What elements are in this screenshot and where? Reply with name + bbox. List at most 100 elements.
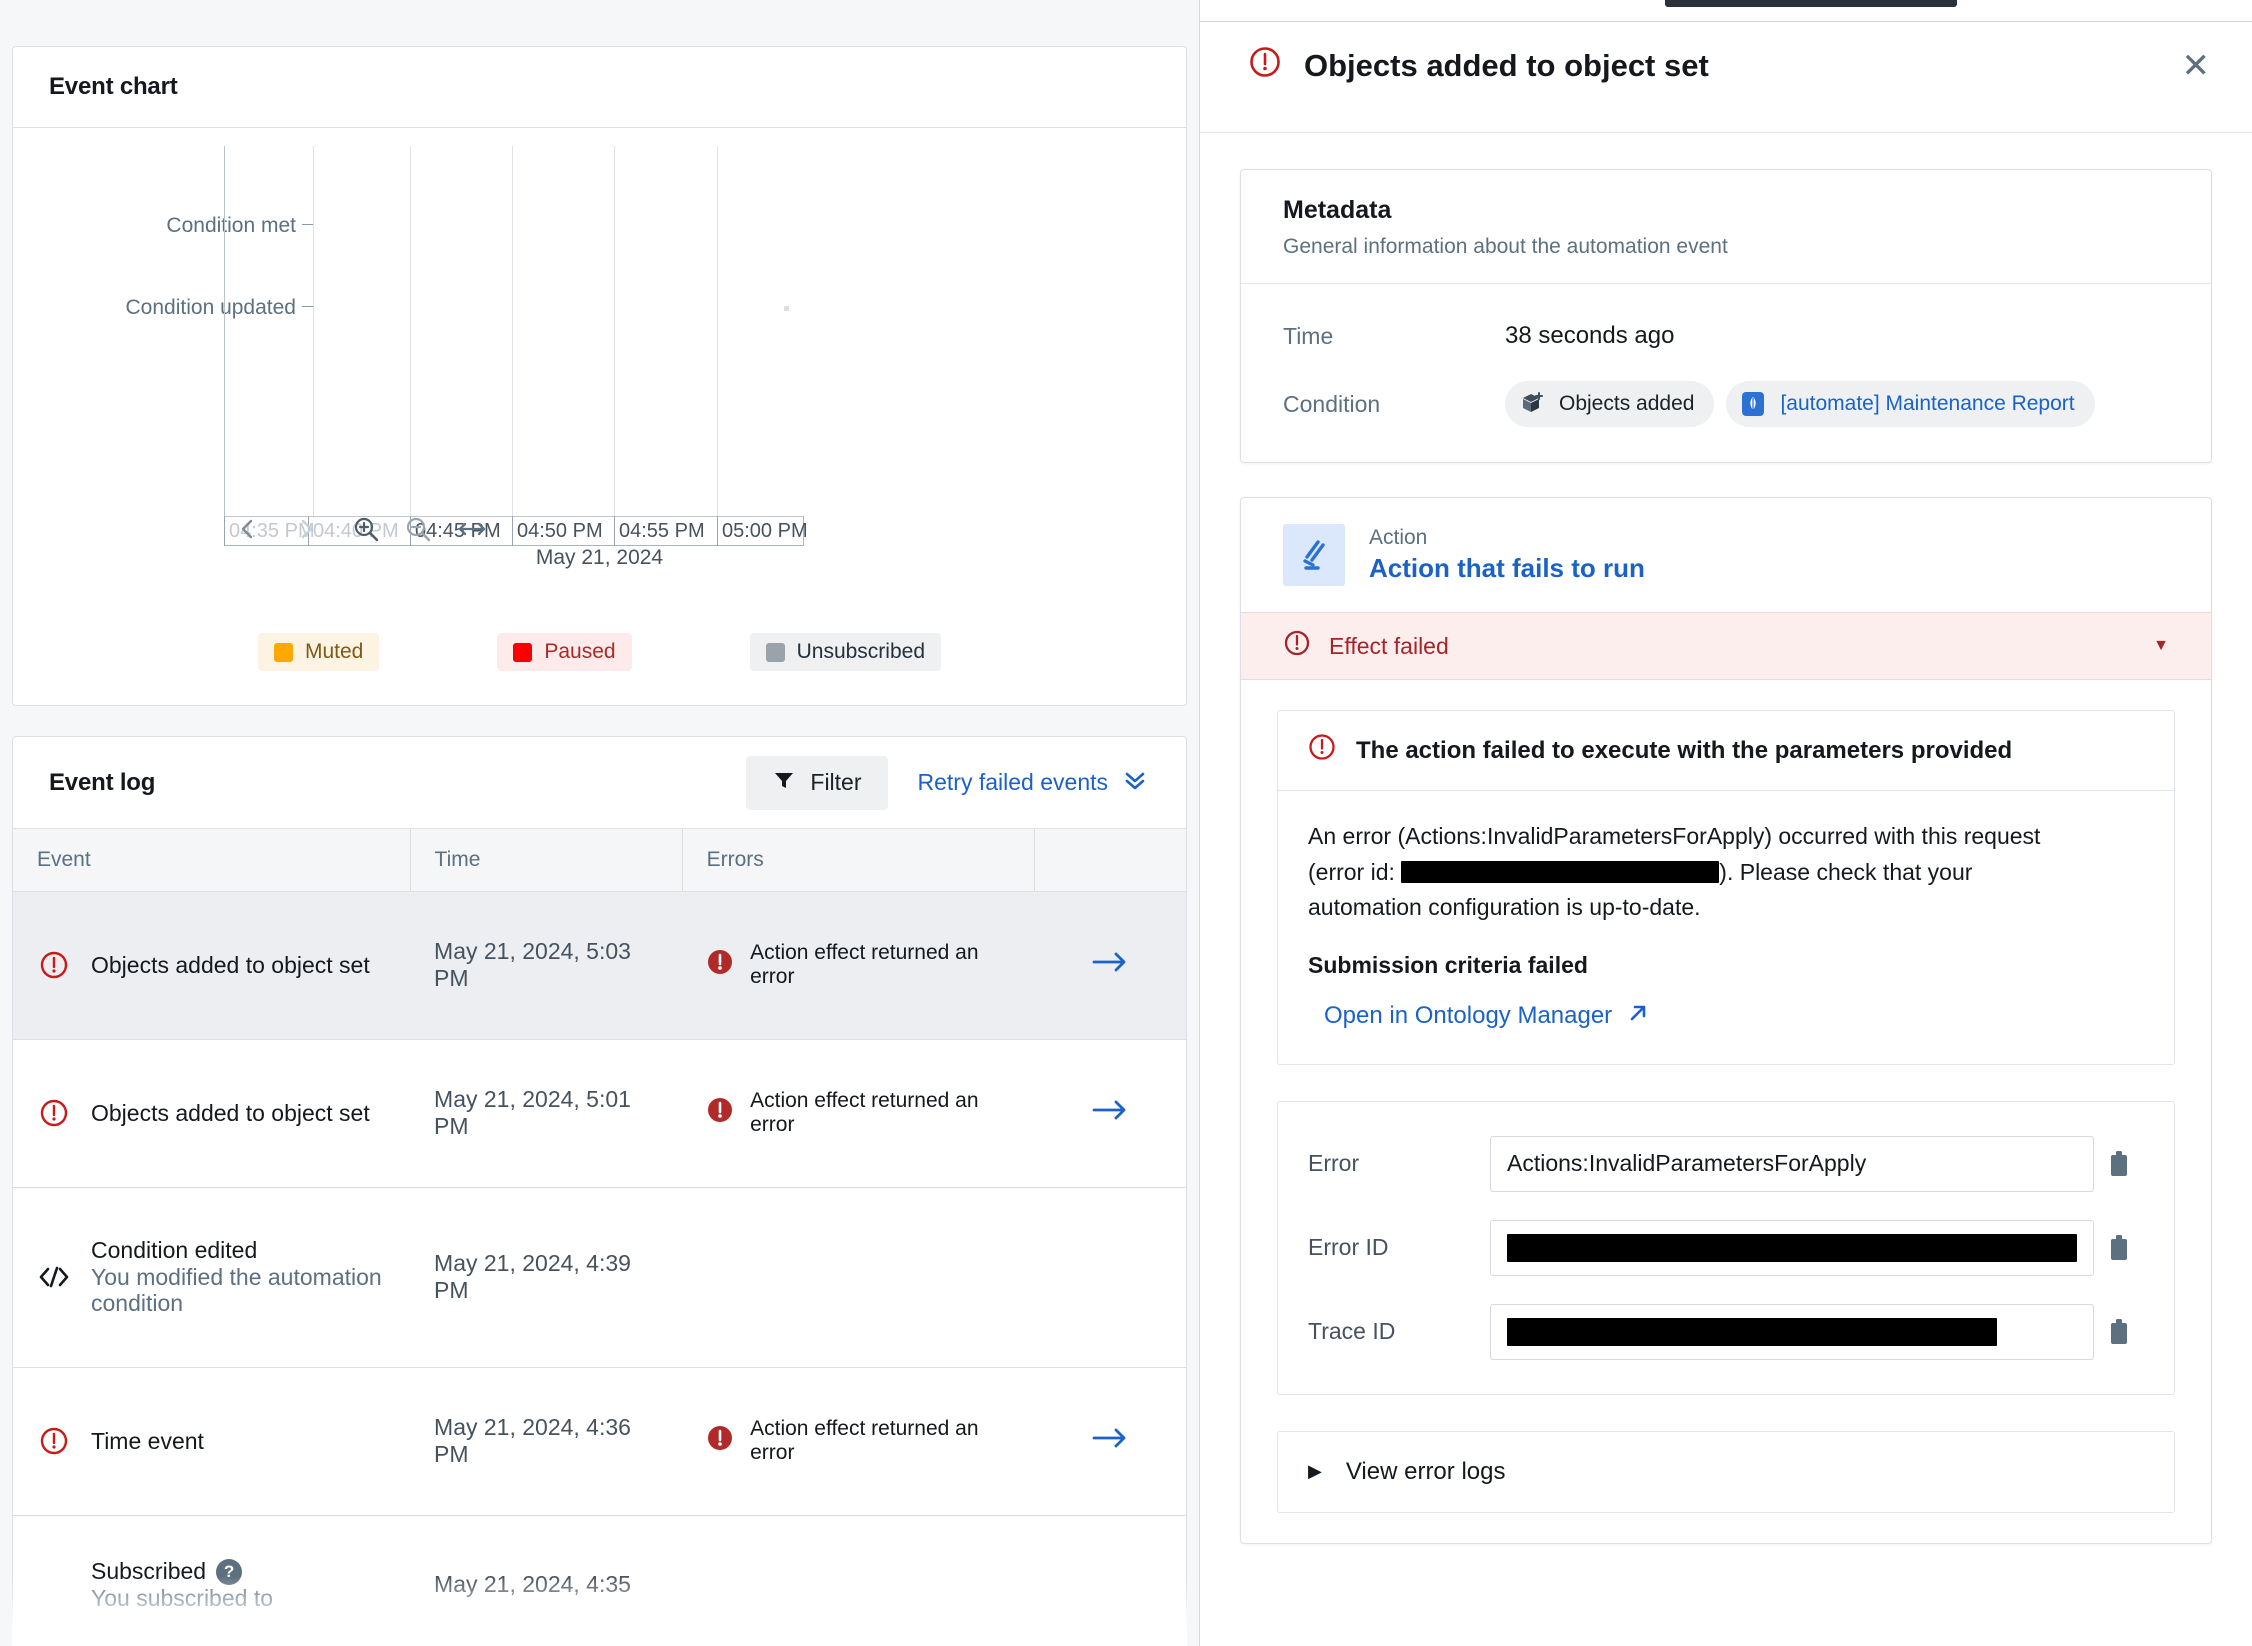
legend-swatch-unsubscribed [765, 642, 785, 662]
event-subtitle: You subscribed to [91, 1585, 274, 1612]
error-badge-icon [706, 948, 734, 982]
action-text-group: Action Action that fails to run [1369, 526, 1645, 584]
chip-maintenance-report[interactable]: [automate] Maintenance Report [1726, 381, 2095, 427]
filter-icon [772, 768, 796, 798]
cube-plus-icon [1517, 389, 1547, 419]
legend-label-paused: Paused [544, 640, 616, 663]
legend-swatch-paused [513, 642, 533, 662]
table-header-row: Event Time Errors [13, 829, 1186, 892]
fit-width-icon[interactable] [457, 514, 487, 544]
legend-label-unsubscribed: Unsubscribed [796, 640, 925, 663]
error-id-prefix: (error id: [1308, 858, 1395, 885]
metadata-key-condition: Condition [1283, 390, 1381, 417]
event-log-title: Event log [49, 768, 156, 796]
column-header-errors[interactable]: Errors [682, 829, 1036, 892]
arrow-right-icon[interactable] [1090, 952, 1130, 980]
effect-status-label: Effect failed [1329, 632, 1449, 659]
action-name-link[interactable]: Action that fails to run [1369, 553, 1645, 584]
effect-failed-bar[interactable]: Effect failed ▼ [1241, 612, 2211, 680]
error-paragraph-line-2: (error id: ). Please check that your [1308, 855, 2144, 891]
cell-time: May 21, 2024, 4:39 PM [410, 1187, 683, 1368]
next-icon[interactable] [291, 514, 321, 544]
cell-open[interactable] [1034, 1039, 1186, 1188]
error-detail-body: An error (Actions:InvalidParametersForAp… [1278, 791, 2174, 1064]
chart-gridline [224, 146, 225, 536]
chevron-right-icon: ▶ [1308, 1461, 1322, 1482]
table-row[interactable]: Objects added to object set May 21, 2024… [13, 1039, 1186, 1188]
zoom-in-icon[interactable] [351, 514, 381, 544]
chart-gridline [410, 146, 411, 518]
error-paragraph-line-1: An error (Actions:InvalidParametersForAp… [1308, 823, 2041, 849]
legend-item-paused[interactable]: Paused [497, 633, 632, 671]
chevron-down-icon[interactable]: ▼ [2153, 637, 2169, 655]
copy-icon[interactable] [2094, 1150, 2144, 1178]
copy-icon[interactable] [2094, 1234, 2144, 1262]
cell-open [1034, 1515, 1186, 1646]
metadata-header: Metadata General information about the a… [1241, 170, 2211, 284]
event-title: Objects added to object set [91, 1099, 370, 1126]
metadata-value-time: 38 seconds ago [1505, 322, 1675, 349]
view-error-logs-toggle[interactable]: ▶ View error logs [1277, 1430, 2175, 1513]
prev-icon[interactable] [233, 514, 263, 544]
action-kicker: Action [1369, 526, 1428, 549]
column-header-event[interactable]: Event [13, 829, 411, 892]
cell-time: May 21, 2024, 5:03 PM [410, 891, 683, 1040]
x-tick-label: 04:55 PM [619, 520, 705, 542]
field-value-trace-id[interactable] [1490, 1303, 2094, 1360]
column-header-time[interactable]: Time [410, 829, 683, 892]
chart-y-axis: Condition met Condition updated [13, 128, 318, 705]
event-chart-card: Event chart Condition met Condition upda… [12, 46, 1187, 706]
arrow-right-icon[interactable] [1090, 1428, 1130, 1456]
cell-open [1034, 1187, 1186, 1368]
metadata-rows: Time 38 seconds ago Condition Objects ad… [1241, 284, 2211, 462]
table-row[interactable]: Objects added to object set May 21, 2024… [13, 891, 1186, 1040]
chip-label: [automate] Maintenance Report [1780, 392, 2075, 415]
error-badge-icon [706, 1096, 734, 1130]
x-tick-sep [614, 516, 615, 546]
event-chart-header: Event chart [13, 47, 1186, 128]
event-chart-plot-area: Condition met Condition updated 04:35 PM… [13, 128, 1186, 705]
error-text: Action effect returned an error [750, 941, 979, 988]
legend-item-muted[interactable]: Muted [257, 633, 380, 671]
chart-gridline [614, 146, 615, 518]
help-icon[interactable]: ? [216, 1559, 243, 1586]
close-icon[interactable]: ✕ [2182, 49, 2211, 83]
detail-panel-title-group: Objects added to object set [1248, 45, 1709, 87]
chip-label: Objects added [1559, 392, 1695, 415]
submission-criteria-heading: Submission criteria failed [1308, 951, 1588, 978]
event-subtitle: You modified the automation condition [91, 1263, 382, 1317]
y-tick-condition-met: Condition met [166, 214, 296, 237]
table-row[interactable]: Condition edited You modified the automa… [13, 1187, 1186, 1368]
cell-event: Time event [13, 1367, 411, 1516]
ontology-link-label: Open in Ontology Manager [1324, 1002, 1613, 1030]
zoom-out-icon[interactable] [403, 514, 433, 544]
x-tick-label: 04:50 PM [517, 520, 603, 542]
field-row-error: Error Actions:InvalidParametersForApply [1308, 1135, 2144, 1192]
cell-open[interactable] [1034, 1367, 1186, 1516]
error-circle-icon [1308, 733, 1336, 768]
error-circle-icon [37, 1098, 71, 1128]
field-value-error[interactable]: Actions:InvalidParametersForApply [1490, 1135, 2094, 1192]
table-row[interactable]: Time event May 21, 2024, 4:36 PM Action … [13, 1367, 1186, 1516]
cell-errors: Action effect returned an error [682, 891, 1035, 1040]
error-circle-icon [37, 950, 71, 980]
filter-button[interactable]: Filter [746, 755, 888, 810]
cell-errors: Action effect returned an error [682, 1039, 1035, 1188]
top-overlay-strip [1665, 0, 1957, 7]
retry-failed-events-button[interactable]: Retry failed events [918, 767, 1148, 799]
x-tick-sep [512, 516, 513, 546]
table-row[interactable]: Subscribed? You subscribed to May 21, 20… [13, 1515, 1186, 1646]
copy-icon[interactable] [2094, 1318, 2144, 1346]
chip-objects-added[interactable]: Objects added [1505, 381, 1715, 427]
cell-open[interactable] [1034, 891, 1186, 1040]
legend-item-unsubscribed[interactable]: Unsubscribed [749, 633, 941, 671]
metadata-row-condition: Condition Objects added [automate] Maint… [1283, 376, 2169, 432]
detail-panel-header: Objects added to object set ✕ [1200, 0, 2252, 133]
object-type-icon [1738, 389, 1768, 419]
redacted-value [1507, 1233, 2077, 1262]
error-badge-icon [706, 1424, 734, 1458]
open-in-ontology-manager-link[interactable]: Open in Ontology Manager [1324, 1001, 1650, 1032]
arrow-right-icon[interactable] [1090, 1100, 1130, 1128]
field-value-error-id[interactable] [1490, 1219, 2094, 1276]
chart-controls[interactable] [233, 514, 487, 544]
